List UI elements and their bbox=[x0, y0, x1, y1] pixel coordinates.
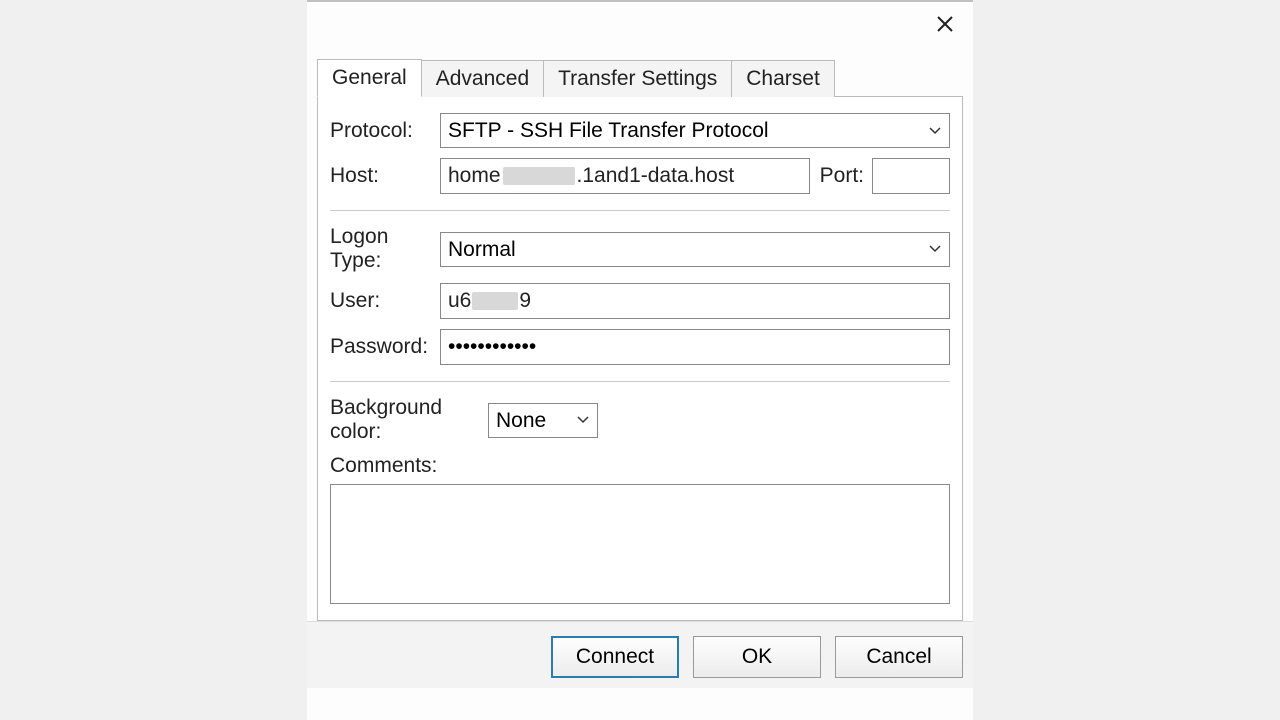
close-button[interactable] bbox=[931, 10, 959, 38]
host-label: Host: bbox=[330, 164, 440, 188]
divider bbox=[330, 381, 950, 382]
ok-button[interactable]: OK bbox=[693, 636, 821, 678]
cancel-button[interactable]: Cancel bbox=[835, 636, 963, 678]
background-color-select[interactable]: None bbox=[488, 403, 598, 438]
password-input[interactable] bbox=[440, 329, 950, 365]
connect-button[interactable]: Connect bbox=[551, 636, 679, 678]
protocol-select[interactable]: SFTP - SSH File Transfer Protocol bbox=[440, 113, 950, 148]
host-value-suffix: .1and1-data.host bbox=[577, 164, 735, 188]
close-icon bbox=[936, 15, 954, 33]
port-label: Port: bbox=[820, 164, 864, 188]
tab-general[interactable]: General bbox=[317, 59, 422, 97]
logon-type-select[interactable]: Normal bbox=[440, 232, 950, 267]
site-manager-dialog: General Advanced Transfer Settings Chars… bbox=[307, 0, 973, 720]
password-label: Password: bbox=[330, 335, 440, 359]
comments-textarea[interactable] bbox=[330, 484, 950, 604]
user-value-prefix: u6 bbox=[448, 289, 471, 313]
tab-bar: General Advanced Transfer Settings Chars… bbox=[317, 58, 973, 96]
user-redacted bbox=[472, 292, 518, 310]
background-color-label: Background color: bbox=[330, 396, 488, 444]
user-label: User: bbox=[330, 289, 440, 313]
protocol-label: Protocol: bbox=[330, 119, 440, 143]
host-input[interactable]: home .1and1-data.host bbox=[440, 158, 810, 194]
button-bar: Connect OK Cancel bbox=[307, 621, 973, 688]
tab-transfer-settings[interactable]: Transfer Settings bbox=[543, 60, 732, 97]
logon-type-label: Logon Type: bbox=[330, 225, 440, 273]
tab-advanced[interactable]: Advanced bbox=[421, 60, 544, 97]
general-panel: Protocol: SFTP - SSH File Transfer Proto… bbox=[317, 96, 963, 621]
comments-label: Comments: bbox=[330, 454, 950, 478]
user-value-suffix: 9 bbox=[519, 289, 531, 313]
host-redacted bbox=[503, 167, 575, 185]
tab-charset[interactable]: Charset bbox=[731, 60, 835, 97]
user-input[interactable]: u6 9 bbox=[440, 283, 950, 319]
divider bbox=[330, 210, 950, 211]
port-input[interactable] bbox=[872, 158, 950, 194]
host-value-prefix: home bbox=[448, 164, 501, 188]
